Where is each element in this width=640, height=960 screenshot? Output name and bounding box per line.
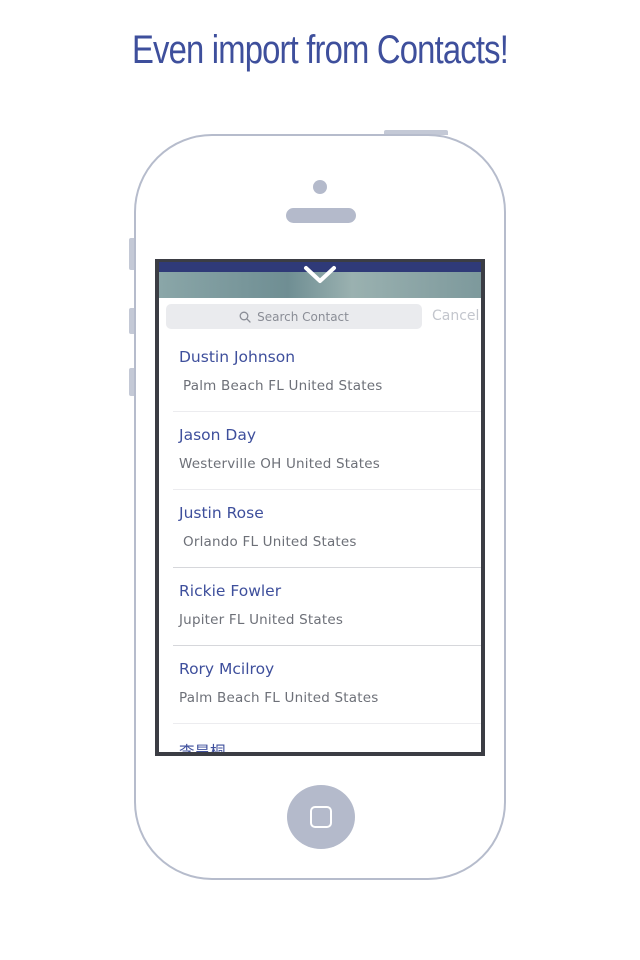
contact-row[interactable]: Justin Rose Orlando FL United States <box>159 490 481 568</box>
contact-row[interactable]: Rory Mcilroy Palm Beach FL United States <box>159 646 481 724</box>
contact-name: Rickie Fowler <box>179 582 282 600</box>
search-bar: Search Contact Cancel <box>159 298 481 334</box>
contact-row[interactable]: Dustin Johnson Palm Beach FL United Stat… <box>159 334 481 412</box>
contacts-view: Search Contact Cancel Dustin Johnson Pal… <box>159 262 481 752</box>
chevron-down-icon[interactable] <box>303 264 337 286</box>
search-input[interactable]: Search Contact <box>166 304 422 329</box>
contact-name: Justin Rose <box>179 504 264 522</box>
contact-row[interactable]: Rickie Fowler Jupiter FL United States <box>159 568 481 646</box>
contact-location: Jupiter FL United States <box>179 612 344 628</box>
contact-row[interactable]: Jason Day Westerville OH United States <box>159 412 481 490</box>
contact-location: Palm Beach FL United States <box>179 690 379 706</box>
divider <box>173 723 481 724</box>
cancel-button[interactable]: Cancel <box>432 308 479 324</box>
contact-location: Orlando FL United States <box>183 534 357 550</box>
phone-screen: Search Contact Cancel Dustin Johnson Pal… <box>155 259 485 756</box>
search-icon <box>239 311 251 323</box>
search-placeholder: Search Contact <box>257 309 349 324</box>
contact-location: Palm Beach FL United States <box>183 378 383 394</box>
headline: Even import from Contacts! <box>131 28 509 72</box>
contact-name: Jason Day <box>179 426 256 444</box>
speaker <box>286 208 356 223</box>
camera <box>313 180 327 194</box>
contact-name: Dustin Johnson <box>179 348 296 366</box>
home-button[interactable] <box>287 785 355 849</box>
contact-location: Westerville OH United States <box>179 456 380 472</box>
home-button-icon <box>310 806 332 828</box>
contact-name-partial[interactable]: 李昊桐 <box>179 740 226 752</box>
contact-name: Rory Mcilroy <box>179 660 275 678</box>
